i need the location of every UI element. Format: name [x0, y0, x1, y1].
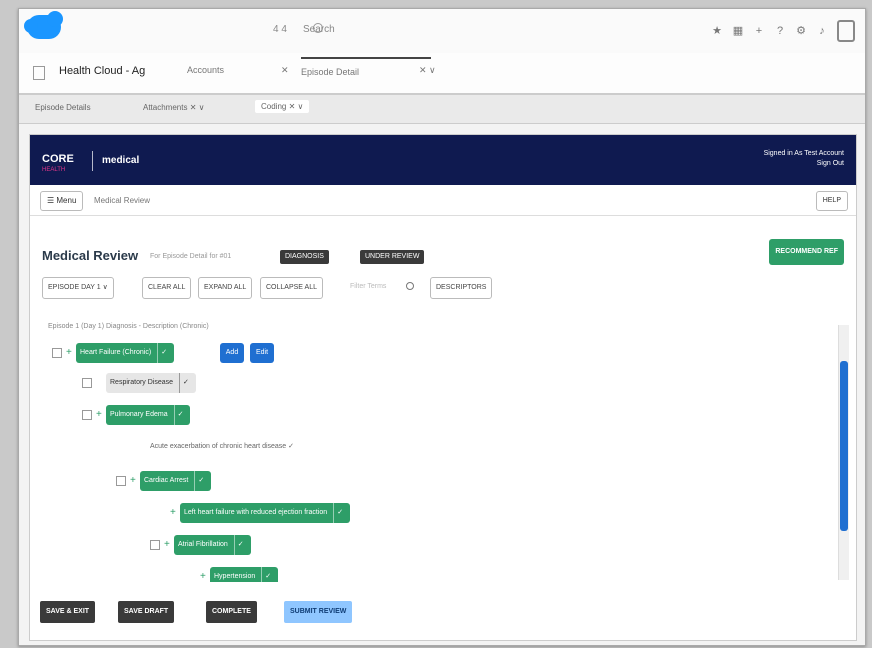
brand-divider	[92, 151, 93, 171]
breadcrumb: Medical Review	[94, 196, 151, 205]
tag-remove-icon[interactable]: ✓	[173, 405, 187, 425]
tag-pill[interactable]: Atrial Fibrillation ✓	[174, 535, 251, 555]
clear-all-button[interactable]: CLEAR ALL	[142, 277, 192, 299]
coding-panel: CORE HEALTH medical Signed in As Test Ac…	[29, 134, 857, 641]
diagnosis-text[interactable]: Acute exacerbation of chronic heart dise…	[150, 442, 294, 450]
status-badge: UNDER REVIEW	[360, 250, 425, 264]
tab-close-icon[interactable]: ✕	[281, 65, 289, 76]
control-row: EPISODE DAY 1 ∨ CLEAR ALL EXPAND ALL COL…	[30, 275, 856, 301]
favorites-icon[interactable]: ★	[711, 25, 723, 37]
grid-icon[interactable]: ▦	[732, 25, 744, 37]
recommend-button[interactable]: RECOMMEND REF	[769, 239, 844, 265]
diagnosis-tag: DIAGNOSIS	[280, 250, 329, 264]
action-footer: SAVE & EXIT SAVE DRAFT COMPLETE SUBMIT R…	[30, 593, 856, 629]
subtab-attachments[interactable]: Attachments ✕ ∨	[143, 103, 204, 112]
tag-label: Hypertension	[214, 573, 256, 580]
brand-product: medical	[102, 155, 140, 166]
complete-button[interactable]: COMPLETE	[206, 601, 257, 623]
filter-input[interactable]: Filter Terms	[350, 277, 386, 297]
save-exit-button[interactable]: SAVE & EXIT	[40, 601, 96, 623]
subtab-coding[interactable]: Coding ✕ ∨	[255, 100, 310, 113]
tab-accounts[interactable]: Accounts	[187, 65, 224, 75]
tag-pill[interactable]: Hypertension ✓	[210, 567, 279, 582]
tag-label: Left heart failure with reduced ejection…	[184, 509, 328, 516]
subtab-bar: Episode Details Attachments ✕ ∨ Coding ✕…	[19, 95, 865, 124]
search-icon[interactable]	[406, 282, 414, 290]
tree-header: Episode 1 (Day 1) Diagnosis - Descriptio…	[48, 323, 209, 330]
collapse-all-button[interactable]: COLLAPSE ALL	[260, 277, 323, 299]
tab-episode-detail[interactable]: Episode Detail	[301, 57, 431, 95]
edit-button[interactable]: Edit	[250, 343, 274, 363]
expand-icon[interactable]: +	[164, 539, 170, 550]
tag-label: Pulmonary Edema	[110, 411, 168, 418]
global-search[interactable]: 4 4 Search	[255, 21, 455, 39]
tag-pill[interactable]: Left heart failure with reduced ejection…	[180, 503, 351, 523]
toolbar: ☰ Menu Medical Review HELP	[30, 187, 856, 216]
tag-remove-icon[interactable]: ✓	[288, 443, 294, 450]
brand-subtext: HEALTH	[42, 167, 66, 173]
tag-label: Atrial Fibrillation	[178, 541, 228, 548]
avatar[interactable]	[837, 20, 855, 42]
submit-review-button[interactable]: SUBMIT REVIEW	[284, 601, 353, 623]
signed-in-text: Signed in As Test Account	[763, 150, 844, 157]
tag-remove-icon[interactable]: ✓	[233, 535, 247, 555]
text-label: Acute exacerbation of chronic heart dise…	[150, 443, 287, 450]
expand-icon[interactable]: +	[96, 409, 102, 420]
app-name: Health Cloud - Ag	[59, 65, 146, 77]
add-button[interactable]: Add	[220, 343, 244, 363]
tag-pill[interactable]: Heart Failure (Chronic) ✓	[76, 343, 175, 363]
app-window: 4 4 Search ★ ▦ + ? ⚙ ♪ Health Cloud - Ag…	[18, 8, 866, 646]
tag-label: Cardiac Arrest	[144, 477, 189, 484]
utility-icons: ★ ▦ + ? ⚙ ♪	[711, 20, 855, 42]
tab-label: Episode Detail	[301, 67, 360, 77]
page-subtitle: For Episode Detail for #01	[150, 253, 232, 260]
tag-remove-icon[interactable]: ✓	[194, 471, 207, 491]
brand-logo: CORE	[42, 153, 74, 165]
menu-button[interactable]: ☰ Menu	[40, 191, 84, 211]
expand-icon[interactable]: +	[170, 507, 176, 518]
title-row: Medical Review For Episode Detail for #0…	[30, 245, 856, 269]
tag-remove-icon[interactable]: ✓	[179, 373, 192, 393]
tag-pill[interactable]: Pulmonary Edema ✓	[106, 405, 191, 425]
bell-icon[interactable]: ♪	[816, 25, 828, 37]
app-banner: CORE HEALTH medical Signed in As Test Ac…	[30, 135, 856, 185]
expand-icon[interactable]: +	[66, 347, 72, 358]
tag-label: Respiratory Disease	[110, 379, 174, 386]
salesforce-logo[interactable]	[24, 11, 63, 39]
global-header: 4 4 Search ★ ▦ + ? ⚙ ♪	[19, 9, 865, 53]
subtab-episode-details[interactable]: Episode Details	[35, 103, 91, 112]
tag-remove-icon[interactable]: ✓	[261, 567, 274, 582]
app-launcher-icon[interactable]	[33, 66, 45, 80]
user-info: Signed in As Test Account Sign Out	[764, 149, 844, 169]
diagnosis-tree: Episode 1 (Day 1) Diagnosis - Descriptio…	[30, 317, 844, 582]
expand-all-button[interactable]: EXPAND ALL	[198, 277, 253, 299]
scrollbar-thumb[interactable]	[840, 361, 848, 531]
search-input[interactable]: Search	[303, 24, 335, 35]
descriptors-button[interactable]: DESCRIPTORS	[430, 277, 493, 299]
tag-pill[interactable]: Respiratory Disease ✓	[106, 373, 196, 393]
expand-icon[interactable]: +	[200, 571, 206, 582]
node-checkbox[interactable]	[82, 410, 92, 420]
tab-bar: Health Cloud - Ag Accounts ✕ Episode Det…	[19, 53, 865, 95]
add-icon[interactable]: +	[753, 25, 765, 37]
node-checkbox[interactable]	[116, 476, 126, 486]
help-button[interactable]: HELP	[815, 191, 848, 211]
node-checkbox[interactable]	[150, 540, 160, 550]
tag-remove-icon[interactable]: ✓	[333, 503, 346, 523]
tag-remove-icon[interactable]: ✓	[157, 343, 170, 363]
tab-actions[interactable]: ✕ ∨	[419, 65, 436, 76]
save-draft-button[interactable]: SAVE DRAFT	[118, 601, 175, 623]
sign-out-link[interactable]: Sign Out	[764, 159, 844, 169]
gear-icon[interactable]: ⚙	[795, 25, 807, 37]
node-checkbox[interactable]	[82, 378, 92, 388]
help-icon[interactable]: ?	[774, 25, 786, 37]
search-label: 4 4	[273, 24, 287, 35]
episode-select[interactable]: EPISODE DAY 1 ∨	[42, 277, 114, 299]
expand-icon[interactable]: +	[130, 475, 136, 486]
node-checkbox[interactable]	[52, 348, 62, 358]
tag-label: Heart Failure (Chronic)	[80, 349, 152, 356]
tag-pill[interactable]: Cardiac Arrest ✓	[140, 471, 212, 491]
page-title: Medical Review	[42, 248, 139, 263]
tree-scrollbar[interactable]	[838, 325, 849, 580]
